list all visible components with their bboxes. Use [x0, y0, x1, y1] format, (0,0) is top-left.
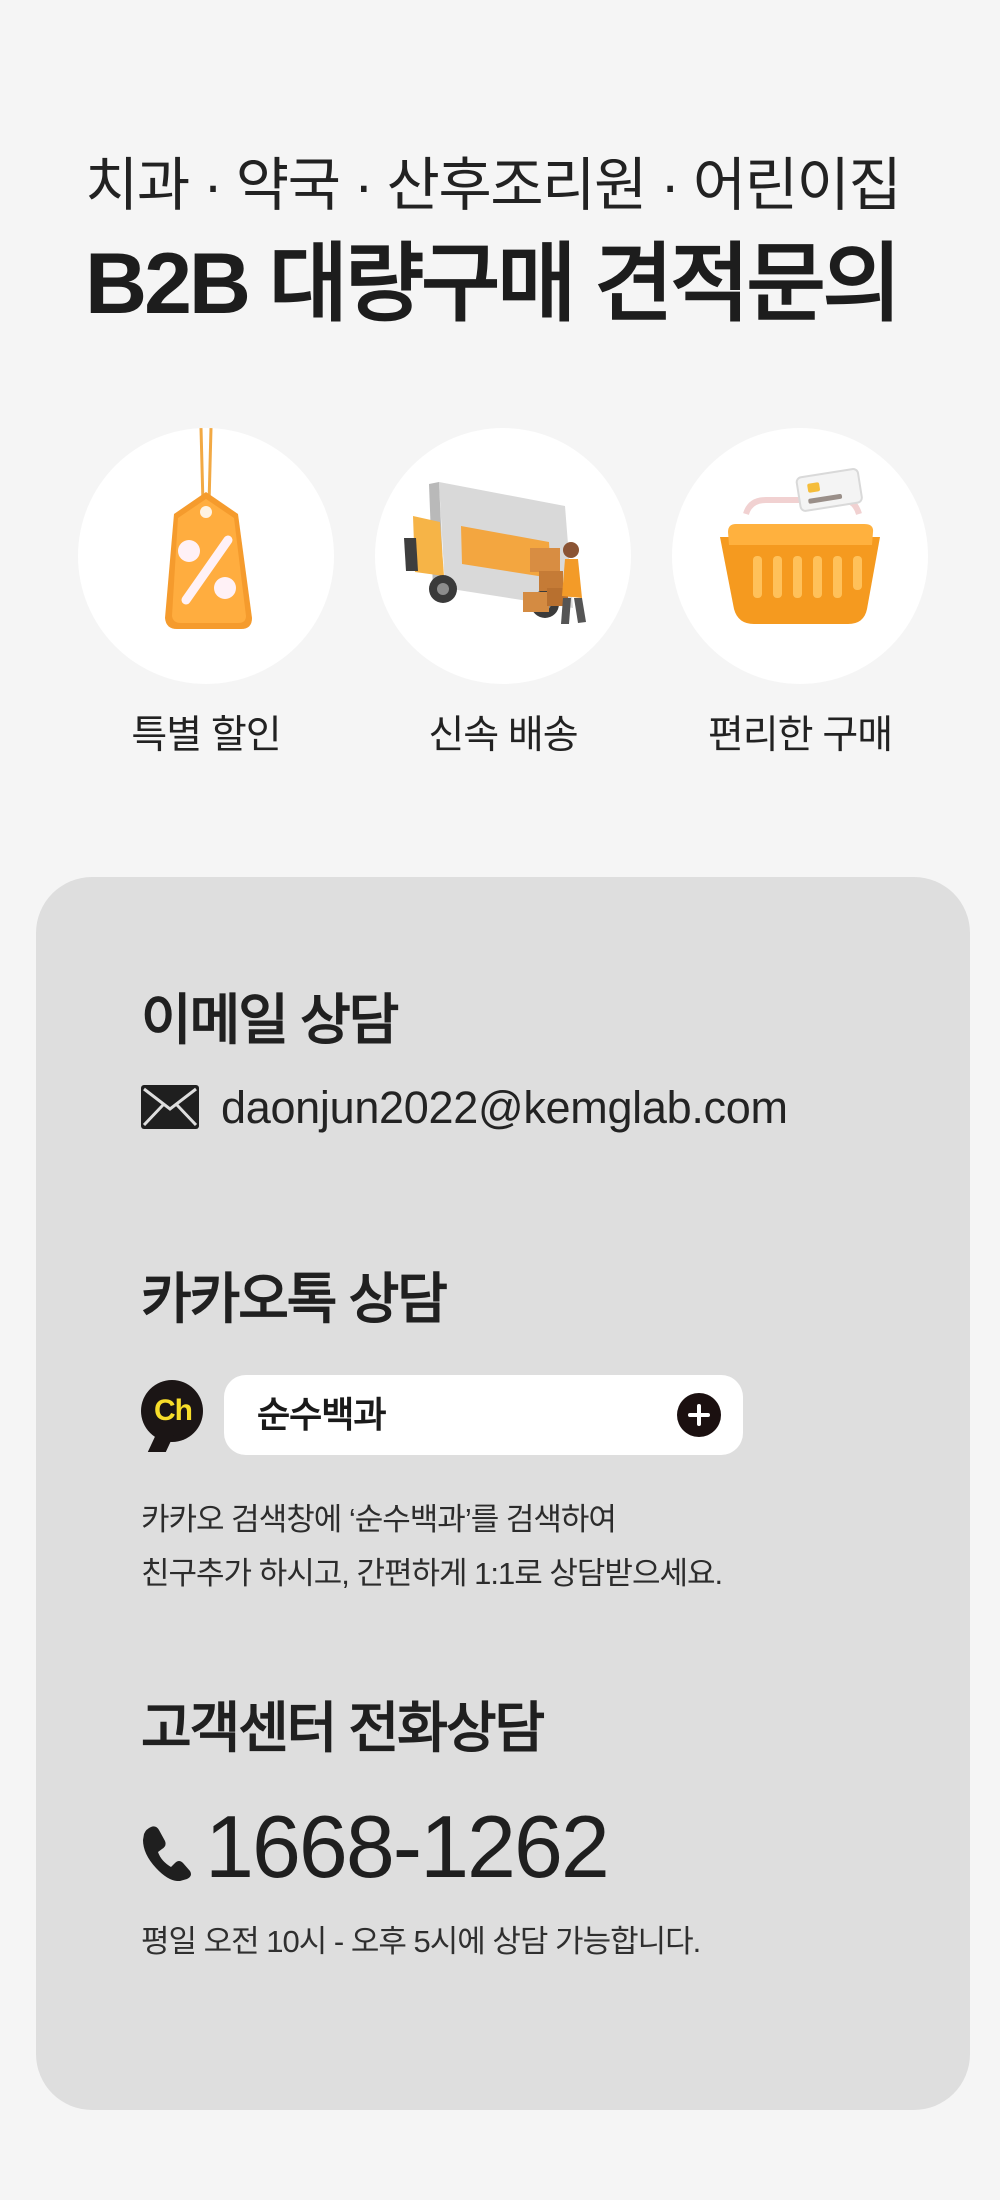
feature-delivery: 신속 배송 [375, 428, 631, 760]
page-title: B2B 대량구매 견적문의 [85, 236, 902, 332]
phone-number[interactable]: 1668-1262 [205, 1795, 610, 1899]
mail-icon [141, 1085, 199, 1129]
hero-section: 치과 · 약국 · 산후조리원 · 어린이집 B2B 대량구매 견적문의 [85, 150, 945, 336]
discount-tag-icon [78, 428, 334, 684]
shopping-basket-icon [672, 428, 928, 684]
kakao-section-title: 카카오톡 상담 [141, 1268, 448, 1330]
kakao-channel-search[interactable]: Ch 순수백과 [141, 1375, 781, 1455]
email-contact[interactable]: daonjun2022@kemglab.com [141, 1079, 901, 1139]
email-address[interactable]: daonjun2022@kemglab.com [221, 1079, 788, 1137]
kakao-channel-badge: Ch [154, 1394, 193, 1427]
feature-list: 특별 할인 신속 배송 편리한 구매 [78, 428, 928, 768]
business-hours: 평일 오전 10시 - 오후 5시에 상담 가능합니다. [141, 1924, 701, 1959]
phone-section-title: 고객센터 전화상담 [141, 1697, 545, 1759]
b2b-inquiry-page: 치과 · 약국 · 산후조리원 · 어린이집 B2B 대량구매 견적문의 특별 … [0, 0, 1000, 2200]
kakao-description-line: 친구추가 하시고, 간편하게 1:1로 상담받으세요. [141, 1556, 723, 1591]
email-section-title: 이메일 상담 [141, 989, 399, 1051]
feature-label: 특별 할인 [131, 714, 281, 757]
plus-icon[interactable] [677, 1393, 721, 1437]
feature-label: 편리한 구매 [707, 714, 893, 757]
kakao-description: 카카오 검색창에 ‘순수백과’를 검색하여 친구추가 하시고, 간편하게 1:1… [141, 1493, 901, 1601]
page-subtitle: 치과 · 약국 · 산후조리원 · 어린이집 [85, 153, 902, 218]
contact-panel: 이메일 상담 daonjun2022@kemglab.com 카카오톡 상담 C… [36, 877, 970, 2110]
phone-icon [143, 1826, 191, 1881]
kakao-search-text: 순수백과 [257, 1394, 386, 1435]
kakao-channel-icon: Ch [141, 1380, 203, 1442]
feature-discount: 특별 할인 [78, 428, 334, 760]
feature-purchase: 편리한 구매 [672, 428, 928, 760]
feature-label: 신속 배송 [428, 714, 578, 757]
kakao-description-line: 카카오 검색창에 ‘순수백과’를 검색하여 [141, 1502, 617, 1537]
kakao-search-box[interactable]: 순수백과 [224, 1375, 743, 1455]
phone-contact[interactable]: 1668-1262 [141, 1795, 761, 1905]
delivery-truck-icon [375, 428, 631, 684]
